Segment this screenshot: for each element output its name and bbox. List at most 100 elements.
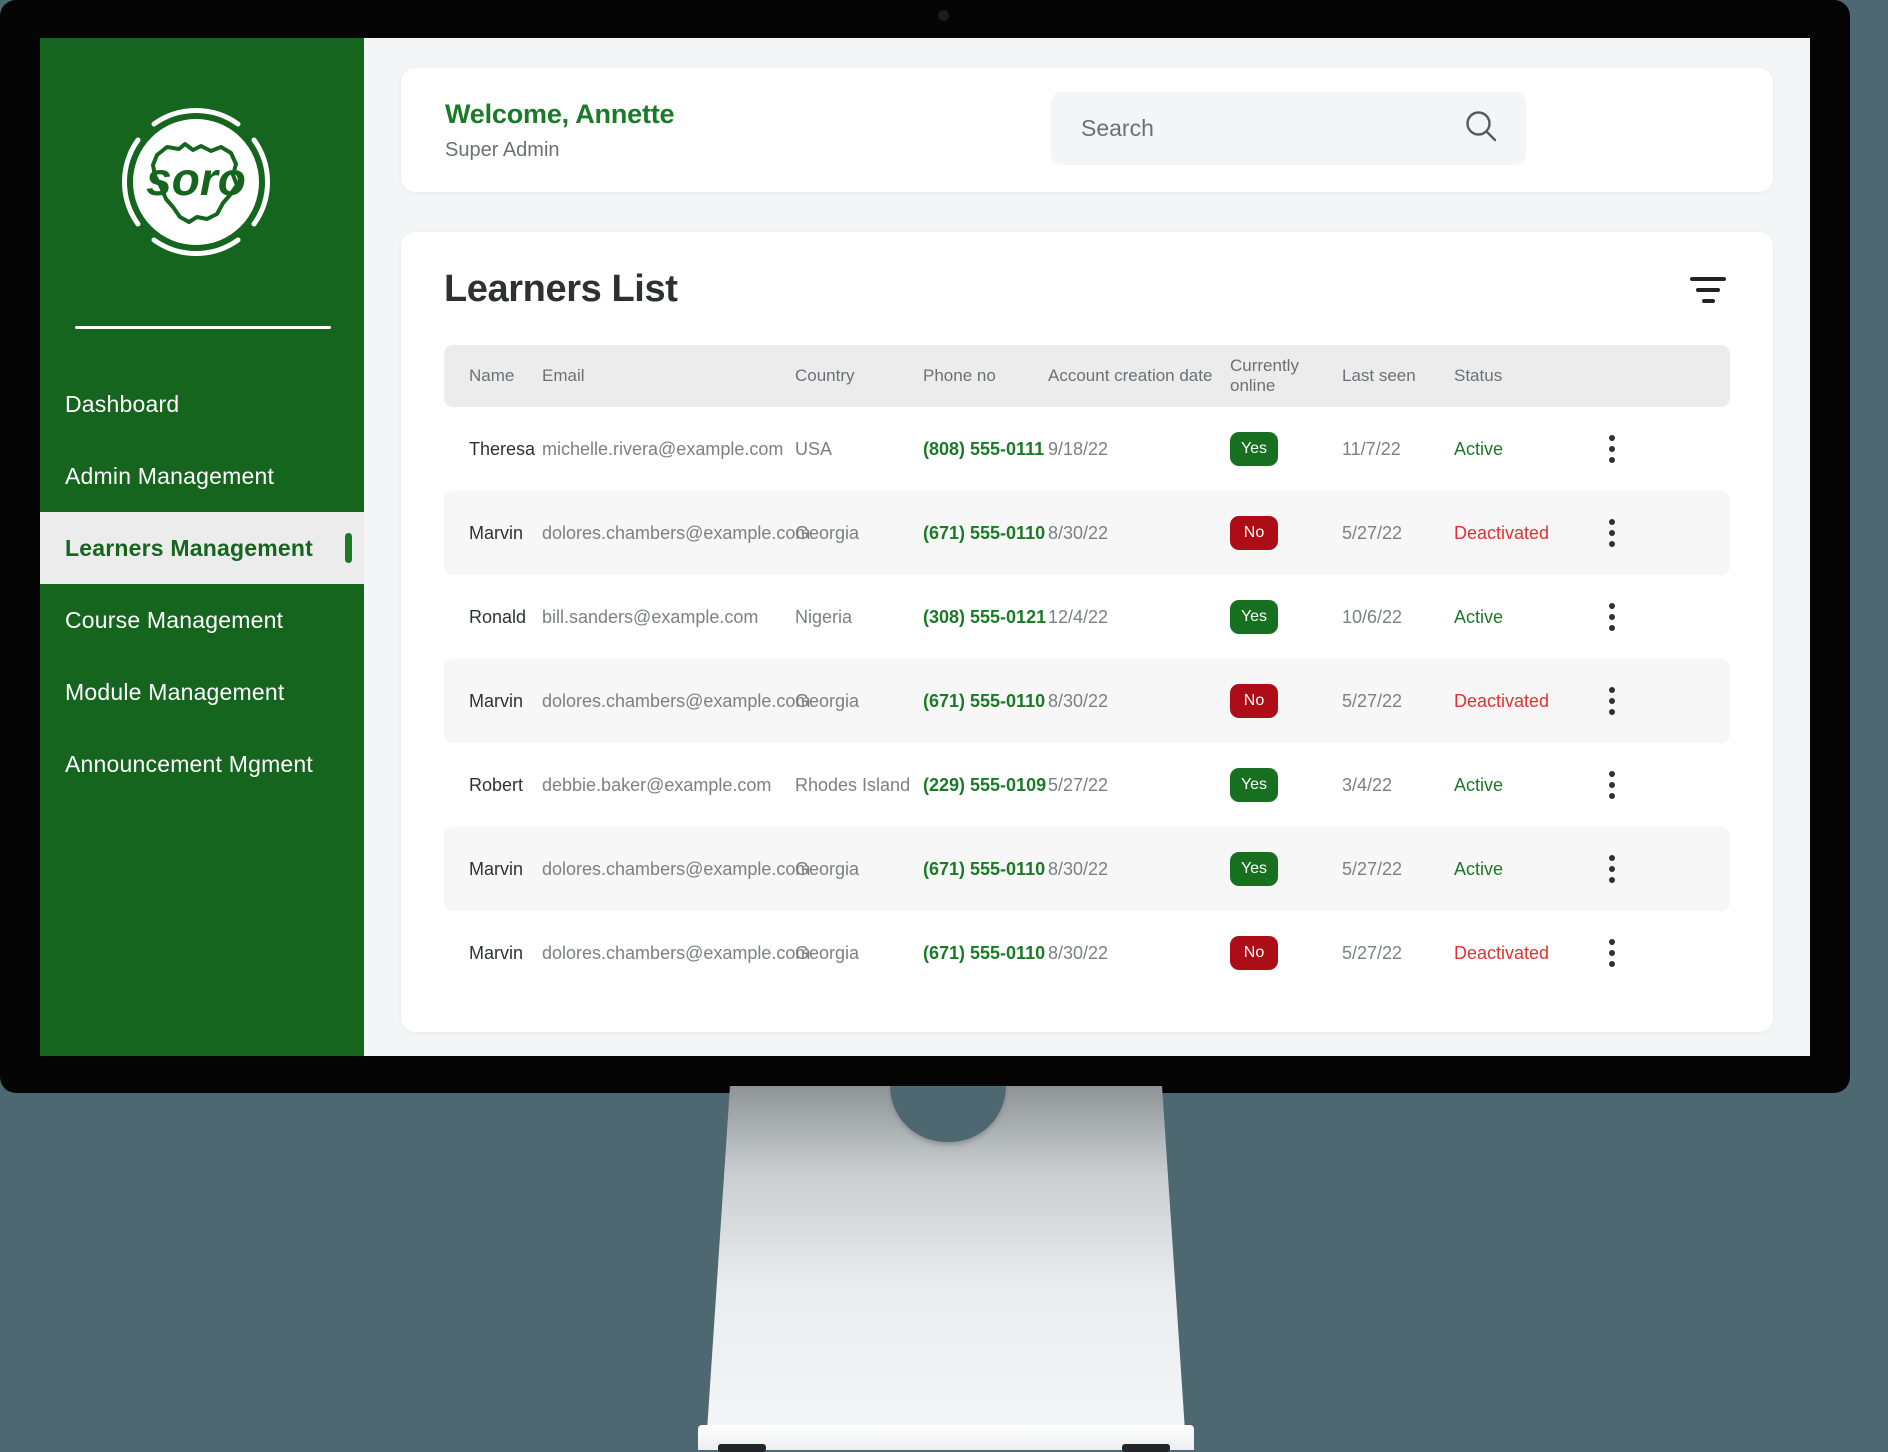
table-header-row: Name Email Country Phone no Account crea… — [444, 345, 1730, 407]
row-menu-icon[interactable] — [1600, 434, 1624, 464]
row-menu-icon[interactable] — [1600, 854, 1624, 884]
cell-last-seen: 11/7/22 — [1342, 438, 1401, 459]
online-badge: No — [1230, 684, 1342, 718]
online-badge: No — [1230, 516, 1342, 550]
sidebar-item-label: Admin Management — [65, 462, 275, 489]
column-header-created: Account creation date — [1048, 366, 1213, 385]
table-row[interactable]: Ronald bill.sanders@example.com Nigeria (30… — [444, 575, 1730, 659]
cell-created-date: 8/30/22 — [1048, 942, 1109, 963]
table-row[interactable]: Marvin dolores.chambers@example.com Georgi… — [444, 911, 1730, 995]
nigeria-map-icon: soro — [146, 142, 246, 224]
row-actions-cell[interactable] — [1584, 938, 1640, 968]
row-menu-icon[interactable] — [1600, 602, 1624, 632]
monitor-foot-right — [1122, 1444, 1170, 1452]
cell-phone[interactable]: (671) 555-0110 — [923, 691, 1048, 712]
learners-table: Name Email Country Phone no Account crea… — [444, 345, 1730, 995]
status-badge: Deactivated — [1454, 522, 1550, 543]
column-header-phone: Phone no — [923, 366, 996, 385]
table-row[interactable]: Robert debbie.baker@example.com Rhodes Isl… — [444, 743, 1730, 827]
sidebar-item-announcement-mgment[interactable]: Announcement Mgment — [40, 728, 364, 800]
cell-country: Georgia — [795, 858, 860, 879]
cell-email: dolores.chambers@example.com — [542, 858, 811, 879]
cell-country: Georgia — [795, 522, 860, 543]
cell-phone[interactable]: (671) 555-0110 — [923, 943, 1048, 964]
row-actions-cell[interactable] — [1584, 434, 1640, 464]
row-actions-cell[interactable] — [1584, 854, 1640, 884]
online-badge: Yes — [1230, 852, 1342, 886]
cell-phone[interactable]: (308) 555-0121 — [923, 607, 1048, 628]
column-header-country: Country — [795, 366, 855, 385]
logo-disc: soro — [133, 119, 259, 245]
sidebar-item-label: Module Management — [65, 678, 285, 705]
row-actions-cell[interactable] — [1584, 602, 1640, 632]
search-icon[interactable] — [1464, 109, 1498, 148]
filter-bar-top — [1690, 276, 1726, 281]
table-body: Theresa michelle.rivera@example.com USA (80… — [444, 407, 1730, 995]
status-badge: Active — [1454, 438, 1504, 459]
sidebar-item-course-management[interactable]: Course Management — [40, 584, 364, 656]
table-row[interactable]: Marvin dolores.chambers@example.com Georgi… — [444, 827, 1730, 911]
cell-name: Marvin — [469, 690, 524, 711]
row-menu-icon[interactable] — [1600, 518, 1624, 548]
status-badge: Deactivated — [1454, 690, 1550, 711]
card-header: Learners List — [444, 268, 1730, 311]
sidebar-item-dashboard[interactable]: Dashboard — [40, 368, 364, 440]
sidebar-item-label: Learners Management — [65, 534, 313, 561]
cell-country: USA — [795, 438, 833, 459]
sidebar-item-module-management[interactable]: Module Management — [40, 656, 364, 728]
cell-phone[interactable]: (671) 555-0110 — [923, 523, 1048, 544]
cell-country: Georgia — [795, 942, 860, 963]
sidebar-item-admin-management[interactable]: Admin Management — [40, 440, 364, 512]
table-row[interactable]: Marvin dolores.chambers@example.com Georgi… — [444, 659, 1730, 743]
cell-created-date: 8/30/22 — [1048, 522, 1109, 543]
search-box[interactable] — [1051, 92, 1526, 165]
user-role: Super Admin — [445, 138, 560, 161]
filter-bar-middle — [1696, 287, 1720, 292]
table-row[interactable]: Theresa michelle.rivera@example.com USA (80… — [444, 407, 1730, 491]
cell-country: Rhodes Island — [795, 774, 911, 795]
online-badge: Yes — [1230, 432, 1342, 466]
filter-icon[interactable] — [1686, 273, 1730, 307]
cell-email: dolores.chambers@example.com — [542, 690, 811, 711]
cell-email: debbie.baker@example.com — [542, 774, 772, 795]
cell-name: Ronald — [469, 606, 527, 627]
column-header-status: Status — [1454, 366, 1503, 385]
cell-last-seen: 10/6/22 — [1342, 606, 1403, 627]
column-header-email: Email — [542, 366, 585, 385]
online-badge: Yes — [1230, 600, 1342, 634]
sidebar-divider — [75, 326, 331, 329]
sidebar-item-label: Announcement Mgment — [65, 750, 313, 777]
app-logo[interactable]: soro — [120, 106, 272, 258]
row-menu-icon[interactable] — [1600, 770, 1624, 800]
sidebar-item-learners-management[interactable]: Learners Management — [40, 512, 364, 584]
cell-created-date: 8/30/22 — [1048, 690, 1109, 711]
monitor-stand-base — [698, 1425, 1194, 1450]
cell-phone[interactable]: (808) 555-0111 — [923, 439, 1048, 460]
monitor-foot-left — [718, 1444, 766, 1452]
cell-phone[interactable]: (671) 555-0110 — [923, 859, 1048, 880]
header-bar: Welcome, Annette Super Admin — [401, 68, 1773, 192]
cell-email: dolores.chambers@example.com — [542, 942, 811, 963]
status-badge: Deactivated — [1454, 942, 1550, 963]
online-badge: No — [1230, 936, 1342, 970]
status-badge: Active — [1454, 606, 1504, 627]
row-actions-cell[interactable] — [1584, 686, 1640, 716]
sidebar: soro Dashboard Admin Management Learners… — [40, 38, 364, 1056]
sidebar-nav: Dashboard Admin Management Learners Mana… — [40, 368, 364, 800]
row-actions-cell[interactable] — [1584, 770, 1640, 800]
cell-country: Nigeria — [795, 606, 853, 627]
cell-phone[interactable]: (229) 555-0109 — [923, 775, 1048, 796]
welcome-block: Welcome, Annette Super Admin — [445, 98, 675, 162]
column-header-online: Currently online — [1230, 356, 1299, 395]
row-menu-icon[interactable] — [1600, 686, 1624, 716]
welcome-title: Welcome, Annette — [445, 98, 675, 129]
active-indicator — [345, 533, 352, 563]
cell-last-seen: 5/27/22 — [1342, 858, 1403, 879]
online-badge: Yes — [1230, 768, 1342, 802]
row-menu-icon[interactable] — [1600, 938, 1624, 968]
row-actions-cell[interactable] — [1584, 518, 1640, 548]
table-row[interactable]: Marvin dolores.chambers@example.com Georgi… — [444, 491, 1730, 575]
cell-created-date: 8/30/22 — [1048, 858, 1109, 879]
filter-bar-bottom — [1701, 298, 1715, 303]
search-input[interactable] — [1079, 114, 1454, 143]
